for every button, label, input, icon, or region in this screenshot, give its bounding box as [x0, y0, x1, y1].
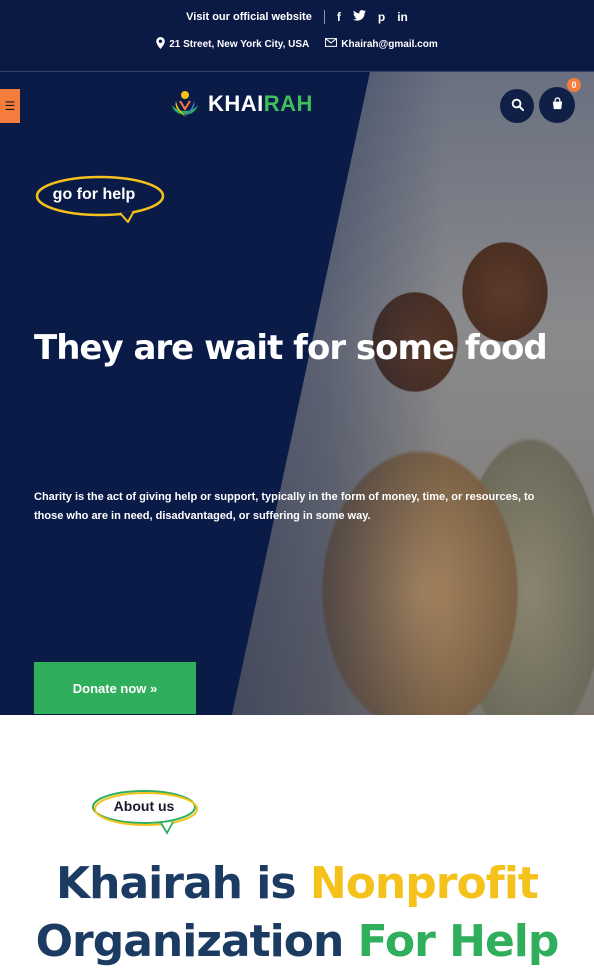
about-heading-part4: For Help	[357, 916, 560, 967]
top-bar-contact-row: 21 Street, New York City, USA Khairah@gm…	[0, 35, 594, 53]
about-heading-part3: Organization	[35, 916, 358, 967]
about-section: About us Khairah is Nonprofit Organizati…	[0, 715, 594, 967]
facebook-icon[interactable]: f	[337, 10, 341, 24]
donate-now-button[interactable]: Donate now »	[34, 662, 196, 714]
about-us-text: About us	[113, 798, 175, 814]
cart-button[interactable]	[539, 87, 575, 123]
twitter-icon[interactable]	[352, 10, 366, 24]
about-heading-part2: Nonprofit	[309, 858, 539, 909]
site-logo[interactable]: KHAIRAH	[168, 86, 313, 122]
email-text[interactable]: Khairah@gmail.com	[341, 39, 437, 50]
pinterest-icon[interactable]: p	[378, 10, 385, 24]
shopping-bag-icon	[551, 97, 564, 113]
go-for-help-badge: go for help	[34, 175, 166, 223]
logo-text-part2: RAH	[263, 91, 313, 116]
email-item[interactable]: Khairah@gmail.com	[325, 38, 438, 50]
about-heading: Khairah is Nonprofit Organization For He…	[0, 855, 594, 971]
hero-title: They are wait for some food	[34, 328, 548, 368]
search-icon	[511, 98, 524, 114]
hamburger-icon: ☰	[4, 99, 16, 113]
about-heading-line2: Organization For Help	[0, 913, 594, 971]
top-bar-social-row: Visit our official website f p in	[0, 8, 594, 26]
envelope-icon	[325, 38, 338, 50]
logo-mark-icon	[168, 87, 202, 121]
social-links: f p in	[337, 10, 408, 24]
address-item: 21 Street, New York City, USA	[156, 36, 310, 52]
divider	[323, 10, 325, 24]
hero-description: Charity is the act of giving help or sup…	[34, 491, 535, 522]
cart-count-badge: 0	[567, 78, 581, 92]
go-for-help-text: go for help	[52, 186, 136, 203]
logo-text: KHAIRAH	[208, 91, 313, 117]
address-text: 21 Street, New York City, USA	[169, 38, 310, 50]
about-heading-part1: Khairah is	[56, 858, 310, 909]
linkedin-icon[interactable]: in	[397, 10, 408, 24]
about-heading-line1: Khairah is Nonprofit	[0, 855, 594, 913]
hero-section: ☰ KHAIRAH 0 go for help They are wait fo…	[0, 72, 594, 715]
logo-text-part1: KHAI	[208, 91, 264, 116]
visit-website-link[interactable]: Visit our official website	[186, 11, 312, 23]
about-us-badge: About us	[91, 789, 201, 835]
top-bar: Visit our official website f p in 21 Str…	[0, 0, 594, 72]
search-button[interactable]	[500, 89, 534, 123]
menu-button[interactable]: ☰	[0, 89, 20, 123]
location-pin-icon	[156, 36, 166, 52]
